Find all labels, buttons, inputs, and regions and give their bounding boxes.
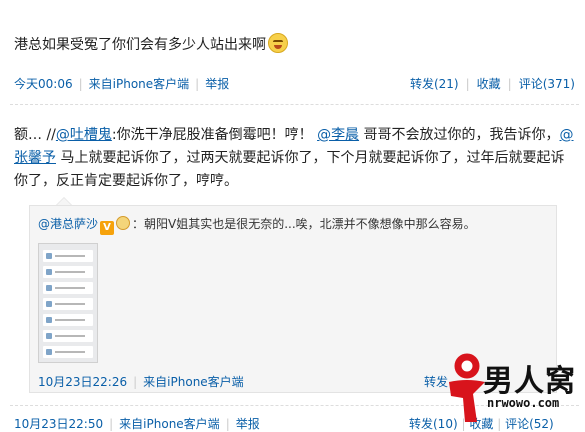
post-meta: 今天00:06 | 来自iPhone客户端 | 举报 (14, 77, 230, 91)
post-actions: 转发(21) | 收藏 | 评论(371) (409, 77, 575, 91)
report-link[interactable]: 举报 (236, 417, 260, 431)
post-divider (10, 104, 579, 105)
quoted-post-meta: 10月23日22:26 | 来自iPhone客户端 (38, 375, 244, 389)
quoted-time-link[interactable]: 10月23日22:26 (38, 375, 127, 389)
post-source-link[interactable]: 来自iPhone客户端 (119, 417, 220, 431)
post-time-link[interactable]: 今天00:06 (14, 77, 73, 91)
post-meta: 10月23日22:50 | 来自iPhone客户端 | 举报 (14, 417, 260, 431)
watermark-logo: 男人窝 nrwowo.com (443, 352, 585, 426)
post-source-link[interactable]: 来自iPhone客户端 (89, 77, 190, 91)
favorite-link[interactable]: 收藏 (477, 77, 501, 91)
logo-name: 男人窝 (483, 364, 576, 399)
post-text: 港总如果受冤了你们会有多少人站出来啊 (14, 33, 288, 54)
quoted-source-link[interactable]: 来自iPhone客户端 (143, 375, 244, 389)
logo-url: nrwowo.com (487, 396, 560, 410)
mention-link[interactable]: @吐槽鬼 (56, 127, 112, 143)
report-link[interactable]: 举报 (205, 77, 229, 91)
image-thumbnail[interactable] (38, 243, 98, 363)
grimace-emoji-icon (268, 33, 288, 53)
quoted-author-link[interactable]: @港总萨沙 (38, 217, 98, 231)
vip-v-badge-icon: V (100, 221, 115, 235)
forward-link[interactable]: 转发(21) (410, 77, 459, 91)
comment-link[interactable]: 评论(371) (519, 77, 575, 91)
quoted-post-text: ：朝阳V姐其实也是很无奈的...唉，北漂并不像想像中那么容易。 (132, 217, 476, 231)
post-text: 额… //@吐槽鬼:你洗干净屁股准备倒霉吧！哼！ @李晨 哥哥不会放过你的，我告… (14, 127, 574, 189)
mention-link[interactable]: @李晨 (317, 127, 359, 143)
post-time-link[interactable]: 10月23日22:50 (14, 417, 103, 431)
medal-icon (116, 216, 131, 230)
quoted-post-header: @港总萨沙 V ：朝阳V姐其实也是很无奈的...唉，北漂并不像想像中那么容易。 (38, 215, 476, 235)
